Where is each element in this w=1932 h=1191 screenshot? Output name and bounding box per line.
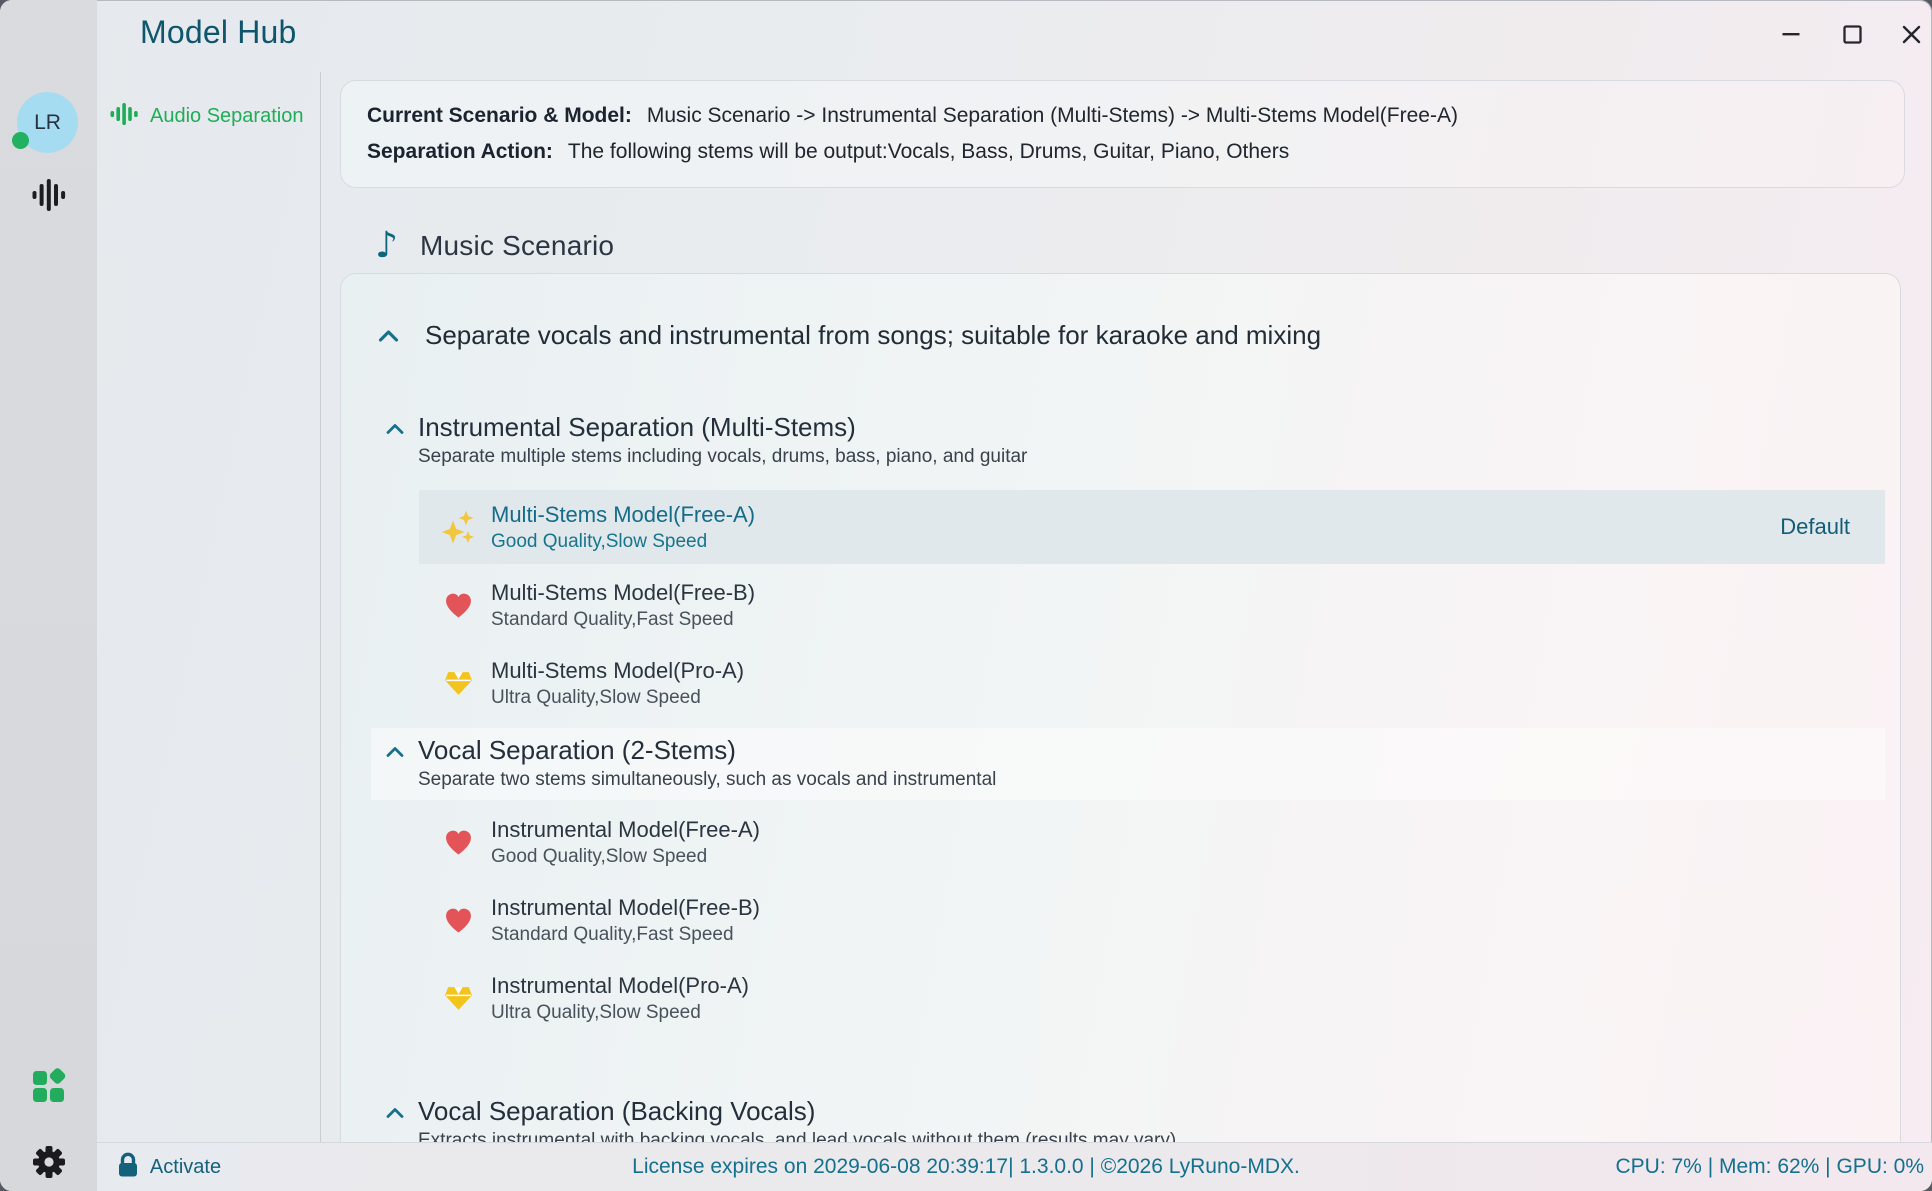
music-note-icon: ♪ xyxy=(375,228,398,264)
sidebar-item-audio-separation[interactable]: Audio Separation xyxy=(110,100,303,133)
model-name: Instrumental Model(Free-A) xyxy=(491,816,760,843)
model-desc: Ultra Quality,Slow Speed xyxy=(491,1001,749,1025)
model-name: Multi-Stems Model(Pro-A) xyxy=(491,657,744,684)
sparkles-icon xyxy=(441,510,475,545)
gear-icon[interactable] xyxy=(0,1142,97,1182)
model-desc: Good Quality,Slow Speed xyxy=(491,845,760,869)
status-bar: Activate License expires on 2029-06-08 2… xyxy=(0,1142,1932,1191)
model-list-card: Separate vocals and instrumental from so… xyxy=(340,273,1901,1191)
model-desc: Standard Quality,Fast Speed xyxy=(491,923,760,947)
maximize-button[interactable] xyxy=(1836,18,1868,50)
group-header[interactable]: Instrumental Separation (Multi-Stems) Se… xyxy=(386,405,1900,477)
current-scenario-value: Music Scenario -> Instrumental Separatio… xyxy=(647,104,1458,127)
minimize-button[interactable] xyxy=(1775,18,1807,50)
model-row[interactable]: Multi-Stems Model(Free-B) Standard Quali… xyxy=(419,568,1885,642)
heart-icon xyxy=(441,829,475,856)
left-rail: LR xyxy=(0,0,97,1191)
online-status-dot xyxy=(12,132,29,149)
separation-action-row: Separation Action: The following stems wi… xyxy=(367,134,1878,170)
chevron-up-icon[interactable] xyxy=(378,329,399,343)
chevron-up-icon[interactable] xyxy=(386,746,404,758)
group-title: Vocal Separation (Backing Vocals) xyxy=(418,1095,1176,1127)
model-row[interactable]: Multi-Stems Model(Free-A) Good Quality,S… xyxy=(419,490,1885,564)
chevron-up-icon[interactable] xyxy=(386,423,404,435)
license-status-text: License expires on 2029-06-08 20:39:17| … xyxy=(632,1143,1300,1191)
model-desc: Standard Quality,Fast Speed xyxy=(491,608,755,632)
gem-icon xyxy=(441,670,475,697)
scenario-header: ♪ Music Scenario xyxy=(375,228,614,264)
model-desc: Good Quality,Slow Speed xyxy=(491,530,755,554)
current-scenario-label: Current Scenario & Model: xyxy=(367,104,632,127)
close-icon[interactable] xyxy=(1895,18,1927,50)
model-row[interactable]: Instrumental Model(Free-B) Standard Qual… xyxy=(419,883,1885,957)
model-name: Multi-Stems Model(Free-A) xyxy=(491,501,755,528)
dashboard-grid-icon[interactable] xyxy=(0,1068,97,1104)
heart-icon xyxy=(441,907,475,934)
activate-button[interactable]: Activate xyxy=(96,1143,241,1191)
current-scenario-row: Current Scenario & Model: Music Scenario … xyxy=(367,98,1878,134)
model-name: Instrumental Model(Free-B) xyxy=(491,894,760,921)
scenario-collapse-row[interactable]: Separate vocals and instrumental from so… xyxy=(378,320,1900,351)
group-subtitle: Separate two stems simultaneously, such … xyxy=(418,768,996,792)
app-window: LR xyxy=(0,0,1932,1191)
chevron-up-icon[interactable] xyxy=(386,1107,404,1119)
separation-action-label: Separation Action: xyxy=(367,140,553,163)
group-title: Instrumental Separation (Multi-Stems) xyxy=(418,411,1027,443)
audio-waveform-icon[interactable] xyxy=(0,177,97,213)
heart-icon xyxy=(441,592,475,619)
gem-icon xyxy=(441,985,475,1012)
scenario-description: Separate vocals and instrumental from so… xyxy=(425,320,1321,351)
activate-label: Activate xyxy=(150,1156,221,1179)
scenario-title: Music Scenario xyxy=(420,230,614,262)
sidebar-divider xyxy=(320,72,321,1143)
group-header[interactable]: Vocal Separation (2-Stems) Separate two … xyxy=(371,728,1885,800)
model-row[interactable]: Instrumental Model(Pro-A) Ultra Quality,… xyxy=(419,961,1885,1035)
model-name: Multi-Stems Model(Free-B) xyxy=(491,579,755,606)
default-badge: Default xyxy=(1780,514,1850,540)
model-desc: Ultra Quality,Slow Speed xyxy=(491,686,744,710)
model-row[interactable]: Instrumental Model(Free-A) Good Quality,… xyxy=(419,805,1885,879)
page-title: Model Hub xyxy=(140,14,297,51)
group-title: Vocal Separation (2-Stems) xyxy=(418,734,996,766)
model-groups: Instrumental Separation (Multi-Stems) Se… xyxy=(341,405,1900,1191)
group-subtitle: Separate multiple stems including vocals… xyxy=(418,445,1027,469)
separation-action-value: The following stems will be output:Vocal… xyxy=(568,140,1289,163)
current-scenario-card: Current Scenario & Model: Music Scenario … xyxy=(340,80,1905,188)
audio-separation-icon xyxy=(110,100,138,133)
sidebar-item-label: Audio Separation xyxy=(150,105,303,128)
system-metrics-text: CPU: 7% | Mem: 62% | GPU: 0% xyxy=(1616,1143,1925,1191)
model-row[interactable]: Multi-Stems Model(Pro-A) Ultra Quality,S… xyxy=(419,646,1885,720)
model-name: Instrumental Model(Pro-A) xyxy=(491,972,749,999)
lock-icon xyxy=(116,1151,140,1183)
